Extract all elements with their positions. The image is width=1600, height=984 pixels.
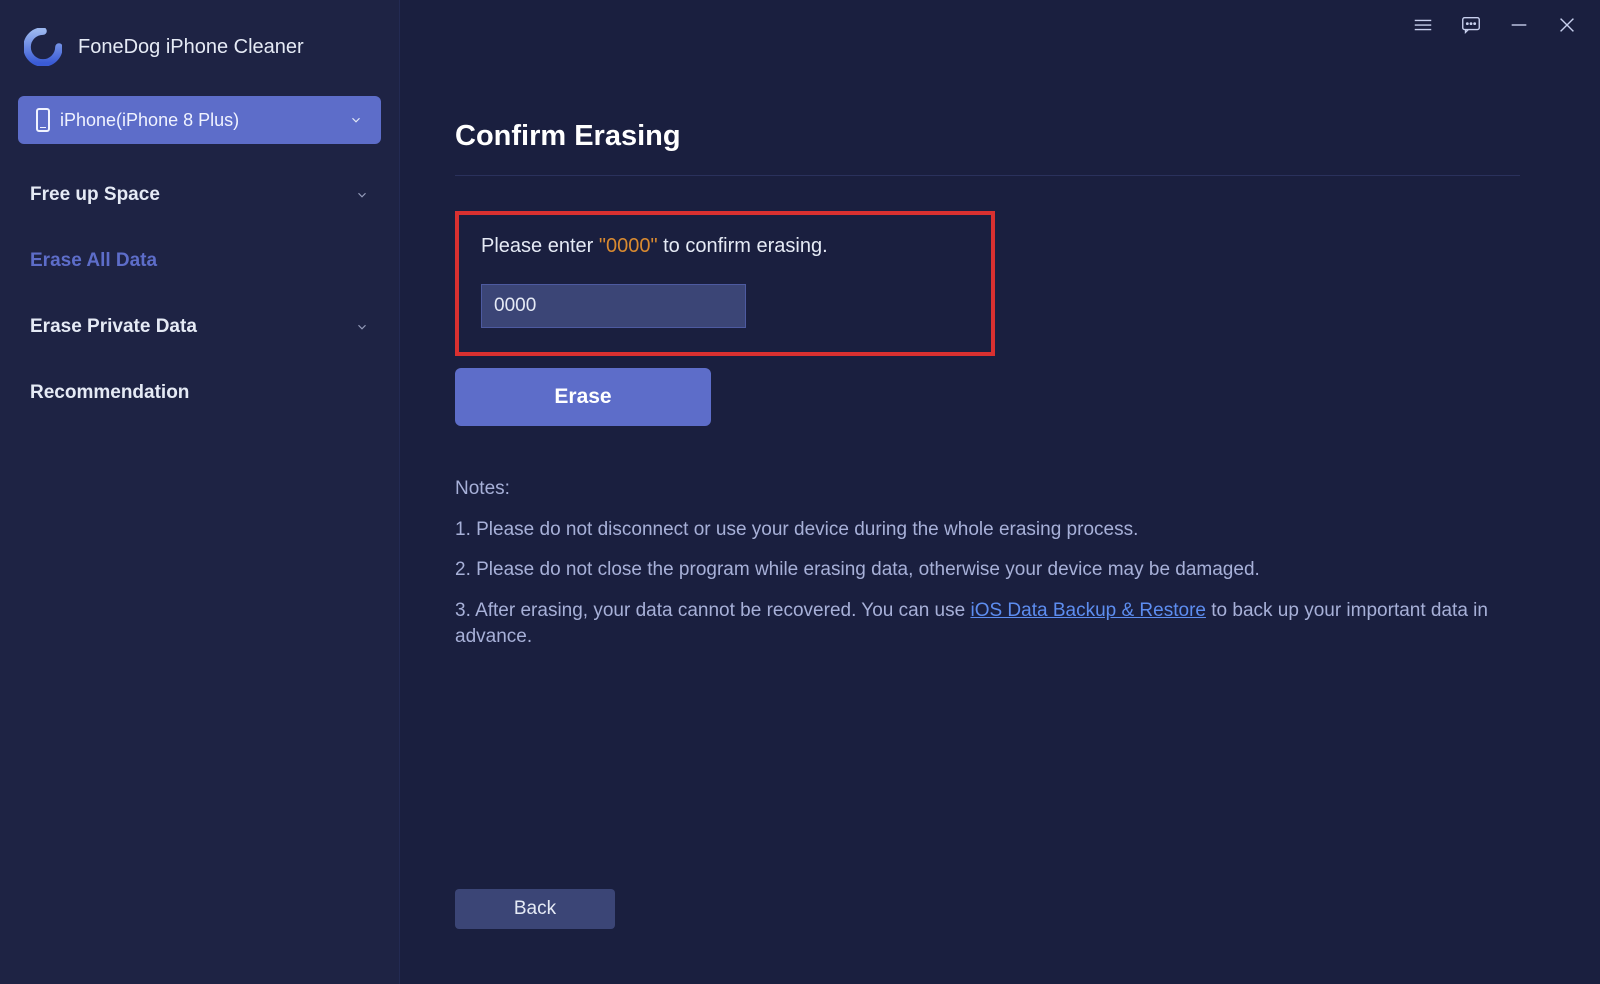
nav-label: Erase Private Data — [30, 316, 197, 338]
confirm-prompt: Please enter "0000" to confirm erasing. — [481, 235, 969, 258]
note-1: 1. Please do not disconnect or use your … — [455, 517, 1495, 544]
prompt-suffix: to confirm erasing. — [658, 235, 828, 257]
chevron-down-icon — [355, 188, 369, 202]
chat-icon — [1460, 14, 1482, 36]
confirm-code-input[interactable] — [481, 284, 746, 328]
confirm-highlight-box: Please enter "0000" to confirm erasing. — [455, 211, 995, 356]
menu-icon — [1412, 14, 1434, 36]
divider — [455, 175, 1520, 176]
page-title: Confirm Erasing — [455, 120, 1520, 153]
device-selector[interactable]: iPhone(iPhone 8 Plus) — [18, 96, 381, 144]
prompt-prefix: Please enter — [481, 235, 599, 257]
chevron-down-icon — [355, 320, 369, 334]
ios-backup-restore-link[interactable]: iOS Data Backup & Restore — [970, 600, 1206, 621]
notes-section: Notes: 1. Please do not disconnect or us… — [455, 476, 1495, 651]
app-root: FoneDog iPhone Cleaner iPhone(iPhone 8 P… — [0, 0, 1600, 984]
erase-button[interactable]: Erase — [455, 368, 711, 426]
close-icon — [1556, 14, 1578, 36]
nav-erase-private-data[interactable]: Erase Private Data — [0, 294, 399, 360]
main-content: Confirm Erasing Please enter "0000" to c… — [400, 0, 1600, 984]
nav-erase-all-data[interactable]: Erase All Data — [0, 228, 399, 294]
back-button[interactable]: Back — [455, 889, 615, 929]
nav-label: Erase All Data — [30, 250, 157, 272]
notes-heading: Notes: — [455, 476, 1495, 503]
app-title: FoneDog iPhone Cleaner — [78, 36, 304, 59]
window-titlebar — [1410, 12, 1580, 38]
menu-button[interactable] — [1410, 12, 1436, 38]
chevron-down-icon — [349, 113, 363, 127]
minimize-button[interactable] — [1506, 12, 1532, 38]
feedback-button[interactable] — [1458, 12, 1484, 38]
nav-free-up-space[interactable]: Free up Space — [0, 162, 399, 228]
nav-label: Free up Space — [30, 184, 160, 206]
app-logo-icon — [24, 28, 62, 66]
sidebar-nav: Free up Space Erase All Data Erase Priva… — [0, 162, 399, 426]
note-2: 2. Please do not close the program while… — [455, 557, 1495, 584]
note-3-a: 3. After erasing, your data cannot be re… — [455, 600, 970, 621]
minimize-icon — [1508, 14, 1530, 36]
nav-recommendation[interactable]: Recommendation — [0, 360, 399, 426]
phone-icon — [36, 108, 50, 132]
nav-label: Recommendation — [30, 382, 189, 404]
note-3: 3. After erasing, your data cannot be re… — [455, 598, 1495, 651]
device-label: iPhone(iPhone 8 Plus) — [60, 110, 239, 131]
sidebar: FoneDog iPhone Cleaner iPhone(iPhone 8 P… — [0, 0, 400, 984]
prompt-code: "0000" — [599, 235, 658, 257]
brand: FoneDog iPhone Cleaner — [0, 18, 399, 96]
close-button[interactable] — [1554, 12, 1580, 38]
